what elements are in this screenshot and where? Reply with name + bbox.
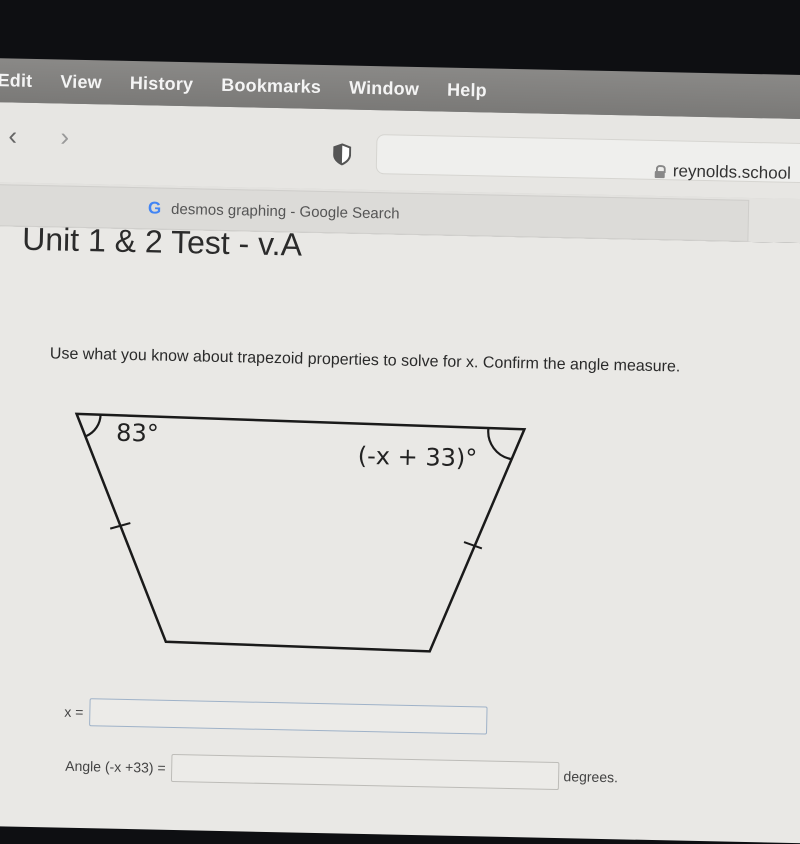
- trapezoid-figure: 83° (-x + 33)°: [70, 408, 535, 658]
- menu-edit[interactable]: Edit: [0, 70, 33, 92]
- menu-history[interactable]: History: [130, 72, 194, 94]
- angle-label-expression: (-x + 33)°: [357, 441, 478, 473]
- chevron-right-icon: ›: [60, 121, 70, 152]
- tab-title: desmos graphing - Google Search: [170, 200, 400, 223]
- google-favicon-icon: G: [147, 198, 162, 218]
- x-label: x =: [64, 703, 84, 721]
- forward-button[interactable]: ›: [60, 121, 69, 152]
- degrees-suffix: degrees.: [563, 768, 619, 786]
- address-bar[interactable]: reynolds.school: [375, 134, 800, 184]
- menu-bookmarks[interactable]: Bookmarks: [221, 74, 321, 97]
- angle-input[interactable]: [171, 753, 560, 791]
- answer-row-angle: Angle (-x +33) = degrees.: [65, 752, 618, 792]
- page-content: Unit 1 & 2 Test - v.A Use what you know …: [0, 221, 800, 844]
- privacy-shield-icon[interactable]: [333, 143, 352, 166]
- back-button[interactable]: ‹: [8, 120, 17, 151]
- angle-label: Angle (-x +33) =: [65, 757, 166, 776]
- lock-icon: [655, 164, 665, 177]
- screen: Edit View History Bookmarks Window Help …: [0, 0, 800, 844]
- angle-arc-top-right: [487, 428, 512, 461]
- menu-window[interactable]: Window: [349, 77, 419, 99]
- answer-row-x: x =: [64, 698, 488, 735]
- chevron-left-icon: ‹: [8, 120, 18, 151]
- url-text: reynolds.school: [672, 161, 792, 183]
- angle-arc-top-left: [85, 414, 102, 438]
- angle-label-83: 83°: [115, 418, 160, 448]
- x-input[interactable]: [89, 698, 488, 735]
- menu-help[interactable]: Help: [447, 79, 487, 101]
- url-display: reynolds.school: [655, 161, 792, 184]
- page-title: Unit 1 & 2 Test - v.A: [21, 220, 303, 263]
- menu-view[interactable]: View: [60, 71, 102, 93]
- question-text: Use what you know about trapezoid proper…: [49, 345, 681, 376]
